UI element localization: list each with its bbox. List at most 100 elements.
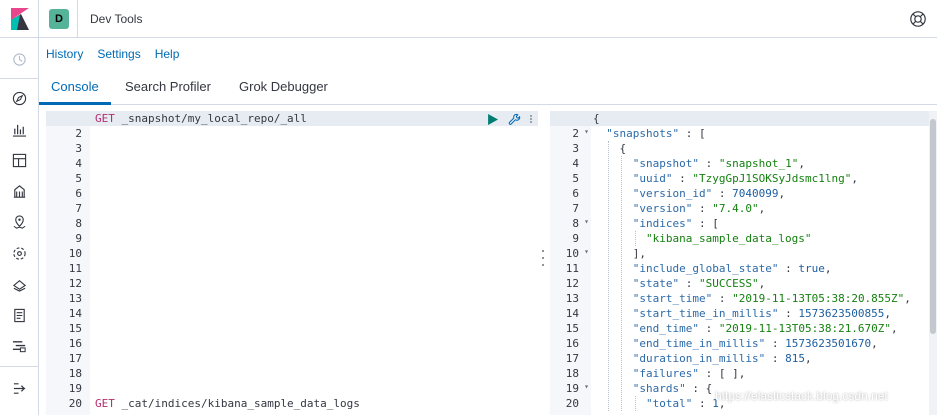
watermark-text: https://elasticstack.blog.csdn.net: [715, 389, 888, 403]
breadcrumb-title: Dev Tools: [90, 12, 143, 26]
line-number: 20: [565, 397, 579, 410]
infrastructure-icon[interactable]: [9, 274, 29, 294]
line-number: 11: [565, 262, 579, 275]
fold-arrow-icon[interactable]: ▾: [581, 127, 589, 142]
ml-icon[interactable]: [9, 243, 29, 263]
response-active-line: [550, 111, 929, 126]
response-gutter: 1▾2▾345678▾910▾111213141516171819▾20: [550, 111, 591, 415]
response-line: "duration_in_millis" : 815,: [632, 352, 812, 365]
line-number: 7: [75, 202, 82, 215]
dock-icon[interactable]: [9, 378, 29, 398]
line-number: 4: [75, 157, 82, 170]
tab-grok-debugger[interactable]: Grok Debugger: [239, 79, 328, 94]
response-line: {: [593, 112, 600, 125]
request-line-1[interactable]: GET _snapshot/my_local_repo/_all: [95, 111, 307, 126]
line-number: 8: [75, 217, 82, 230]
response-line: "shards" : {: [632, 382, 713, 395]
line-number: 3: [572, 142, 579, 155]
line-number: 15: [68, 322, 82, 335]
response-line: "kibana_sample_data_logs": [645, 232, 812, 245]
request-method: GET: [95, 397, 115, 410]
fold-arrow-icon[interactable]: ▾: [581, 217, 589, 232]
fold-arrow-icon[interactable]: ▾: [581, 382, 589, 397]
line-number: 16: [565, 337, 579, 350]
response-scrollbar[interactable]: [929, 111, 937, 415]
line-number: 14: [565, 307, 579, 320]
line-number: 13: [565, 292, 579, 305]
line-number: 8: [572, 217, 579, 230]
devtools-tabs: Console Search Profiler Grok Debugger: [39, 71, 937, 105]
response-line: "uuid" : "TzygGpJ1SOKSyJdsmc1lng",: [632, 172, 858, 185]
kibana-logo[interactable]: [8, 8, 30, 30]
response-line: "snapshots" : [: [606, 127, 706, 140]
help-link[interactable]: Help: [155, 47, 180, 61]
request-path: _cat/indices/kibana_sample_data_logs: [114, 397, 360, 410]
line-number: 11: [68, 262, 82, 275]
apm-icon[interactable]: [9, 336, 29, 356]
line-number: 2: [75, 127, 82, 140]
line-number: 12: [68, 277, 82, 290]
help-lifebuoy-icon[interactable]: [909, 10, 927, 28]
response-line: "version_id" : 7040099,: [632, 187, 786, 200]
maps-icon[interactable]: [9, 212, 29, 232]
clock-icon[interactable]: [9, 49, 29, 69]
discover-icon[interactable]: [9, 88, 29, 108]
fold-arrow-icon[interactable]: ▾: [581, 247, 589, 262]
dashboard-icon[interactable]: [9, 150, 29, 170]
request-gutter: 1234567891011121314151617181920: [46, 111, 90, 415]
play-icon[interactable]: [487, 114, 498, 125]
space-avatar[interactable]: D: [49, 9, 69, 29]
tab-search-profiler[interactable]: Search Profiler: [125, 79, 211, 94]
response-line: "start_time_in_millis" : 1573623500855,: [632, 307, 892, 320]
response-line: "total" : 1,: [645, 397, 726, 410]
response-line: "start_time" : "2019-11-13T05:38:20.855Z…: [632, 292, 911, 305]
request-line-20[interactable]: GET _cat/indices/kibana_sample_data_logs: [95, 396, 360, 411]
tab-console[interactable]: Console: [51, 79, 99, 94]
line-number: 12: [565, 277, 579, 290]
pane-resizer[interactable]: [540, 250, 546, 266]
response-line: {: [593, 142, 627, 155]
response-line: "version" : "7.4.0",: [632, 202, 766, 215]
response-line: "include_global_state" : true,: [632, 262, 832, 275]
response-line: "end_time" : "2019-11-13T05:38:21.670Z",: [632, 322, 898, 335]
response-line: "failures" : [ ],: [632, 367, 746, 380]
line-number: 18: [565, 367, 579, 380]
request-editor[interactable]: 1234567891011121314151617181920 GET _sna…: [46, 111, 538, 415]
settings-link[interactable]: Settings: [97, 47, 140, 61]
line-number: 14: [68, 307, 82, 320]
request-path: _snapshot/my_local_repo/_all: [114, 112, 307, 125]
active-tab-indicator: [39, 102, 111, 105]
more-icon[interactable]: [529, 114, 533, 124]
line-number: 17: [565, 352, 579, 365]
top-menu: History Settings Help: [46, 47, 179, 61]
response-line: ],: [593, 247, 646, 260]
line-number: 17: [68, 352, 82, 365]
line-number: 2: [572, 127, 579, 140]
side-nav-rail: [0, 0, 39, 415]
logs-icon[interactable]: [9, 305, 29, 325]
line-number: 9: [572, 232, 579, 245]
response-line: "end_time_in_millis" : 1573623501670,: [632, 337, 878, 350]
line-number: 6: [75, 187, 82, 200]
line-number: 10: [565, 247, 579, 260]
header-divider: [77, 0, 78, 38]
app-header: D Dev Tools: [39, 0, 937, 38]
canvas-icon[interactable]: [9, 181, 29, 201]
wrench-icon[interactable]: [508, 113, 521, 126]
response-line: "indices" : [: [632, 217, 719, 230]
line-number: 19: [68, 382, 82, 395]
line-number: 15: [565, 322, 579, 335]
line-number: 5: [572, 172, 579, 185]
line-number: 20: [68, 397, 82, 410]
scrollbar-thumb[interactable]: [930, 119, 936, 334]
line-number: 13: [68, 292, 82, 305]
request-method: GET: [95, 112, 115, 125]
visualize-icon[interactable]: [9, 119, 29, 139]
line-number: 10: [68, 247, 82, 260]
line-number: 18: [68, 367, 82, 380]
response-editor: 1▾2▾345678▾910▾111213141516171819▾20 { "…: [550, 111, 929, 415]
line-number: 3: [75, 142, 82, 155]
line-number: 9: [75, 232, 82, 245]
history-link[interactable]: History: [46, 47, 83, 61]
line-number: 4: [572, 157, 579, 170]
